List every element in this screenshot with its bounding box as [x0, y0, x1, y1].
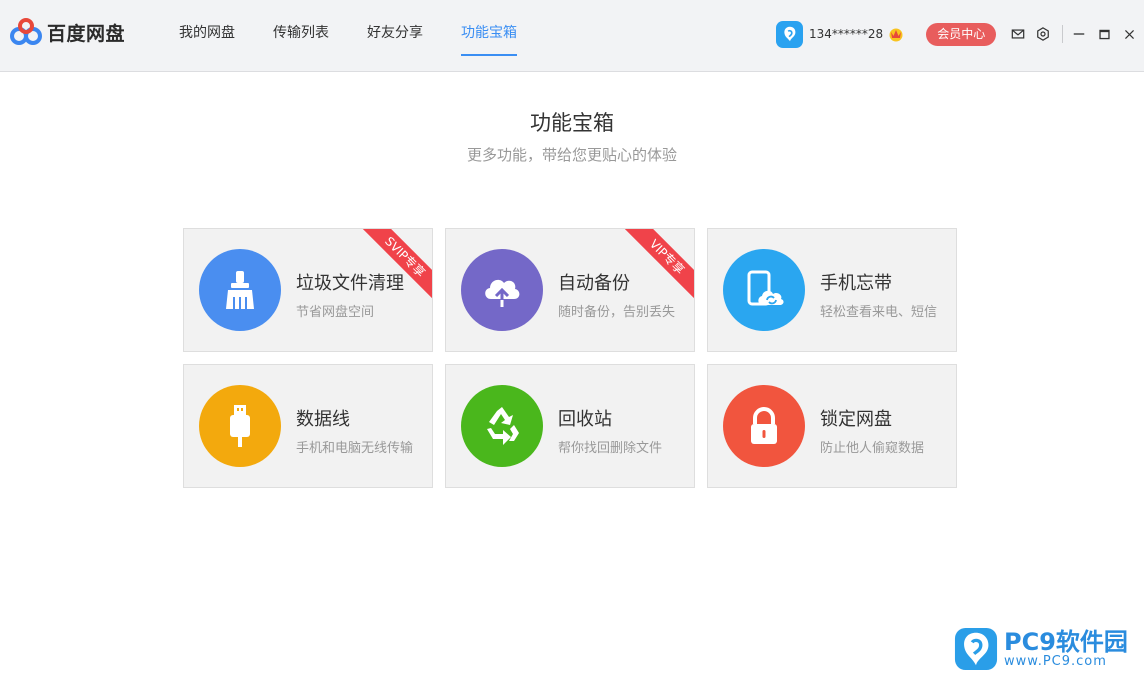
card-title: 数据线	[296, 409, 350, 430]
broom-icon	[226, 271, 254, 309]
card-auto-backup[interactable]: 自动备份 随时备份，告别丢失 VIP专享	[445, 228, 695, 352]
card-icon-circle	[723, 385, 805, 467]
page-subtitle: 更多功能，带给您更贴心的体验	[466, 146, 677, 164]
card-icon-circle	[461, 249, 543, 331]
avatar[interactable]	[776, 20, 803, 48]
card-description: 帮你找回删除文件	[558, 441, 663, 456]
card-icon-circle	[199, 249, 281, 331]
tab-toolbox[interactable]: 功能宝箱	[461, 0, 517, 72]
watermark-url: www.PC9.com	[1004, 654, 1107, 669]
card-title: 锁定网盘	[820, 409, 892, 430]
recycle-icon	[487, 407, 519, 445]
card-title: 回收站	[558, 409, 612, 430]
card-description: 防止他人偷窥数据	[820, 441, 925, 456]
watermark-logo-icon	[954, 627, 998, 671]
watermark-text: PC9软件园	[1004, 628, 1128, 656]
baidu-cloud-logo-icon	[10, 18, 42, 45]
settings-gear-icon[interactable]	[1035, 26, 1051, 42]
avatar-icon	[783, 26, 795, 42]
card-title: 自动备份	[558, 273, 630, 294]
member-center-button[interactable]: 会员中心	[926, 22, 997, 46]
page-title: 功能宝箱	[530, 111, 614, 135]
usb-cable-icon	[230, 405, 250, 447]
card-recycle-bin[interactable]: 回收站 帮你找回删除文件	[445, 364, 695, 488]
card-icon-circle	[723, 249, 805, 331]
tab-friend-share[interactable]: 好友分享	[367, 0, 423, 72]
card-description: 手机和电脑无线传输	[296, 441, 414, 456]
maximize-icon[interactable]	[1096, 26, 1112, 42]
cloud-upload-icon	[485, 279, 520, 307]
card-description: 节省网盘空间	[296, 305, 375, 320]
main-nav: 我的网盘 传输列表 好友分享 功能宝箱	[179, 0, 555, 72]
tab-my-disk[interactable]: 我的网盘	[179, 0, 235, 72]
close-icon[interactable]	[1121, 26, 1137, 42]
card-phone-forgotten[interactable]: 手机忘带 轻松查看来电、短信	[707, 228, 957, 352]
window-controls	[1010, 24, 1144, 44]
phone-sync-icon	[747, 270, 784, 306]
minimize-icon[interactable]	[1071, 26, 1087, 42]
watermark: PC9软件园 www.PC9.com	[954, 626, 1138, 672]
title-bar: 百度网盘 我的网盘 传输列表 好友分享 功能宝箱 134******28 会员中…	[0, 0, 1144, 72]
card-description: 轻松查看来电、短信	[820, 305, 938, 320]
card-icon-circle	[199, 385, 281, 467]
app-name: 百度网盘	[47, 22, 126, 45]
card-lock-disk[interactable]: 锁定网盘 防止他人偷窥数据	[707, 364, 957, 488]
card-description: 随时备份，告别丢失	[558, 305, 676, 320]
user-area: 134******28 会员中心	[776, 20, 997, 48]
vip-ribbon: VIP专享	[621, 229, 694, 303]
card-junk-cleanup[interactable]: 垃圾文件清理 节省网盘空间 SVIP专享	[183, 228, 433, 352]
mail-icon[interactable]	[1010, 26, 1026, 42]
window-controls-divider	[1062, 25, 1063, 43]
card-title: 垃圾文件清理	[296, 273, 404, 294]
app-logo[interactable]: 百度网盘	[9, 17, 125, 47]
lock-icon	[751, 407, 777, 444]
user-name[interactable]: 134******28	[809, 27, 883, 41]
card-title: 手机忘带	[820, 273, 892, 294]
card-icon-circle	[461, 385, 543, 467]
card-data-cable[interactable]: 数据线 手机和电脑无线传输	[183, 364, 433, 488]
tab-transfer-list[interactable]: 传输列表	[273, 0, 329, 72]
vip-crown-icon	[889, 28, 903, 42]
